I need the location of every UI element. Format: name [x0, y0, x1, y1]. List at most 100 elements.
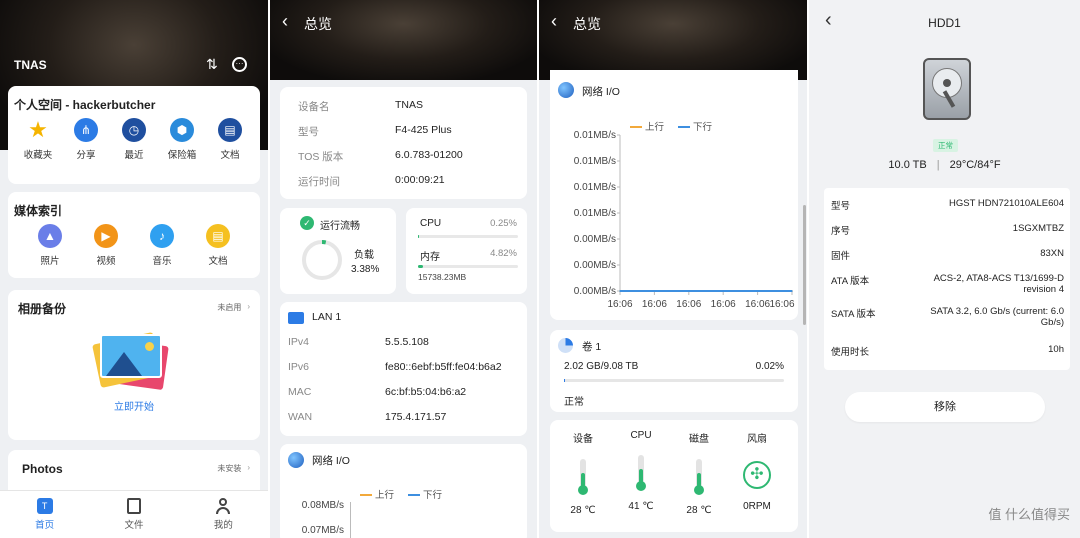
load-label: 负载: [354, 250, 374, 261]
info-key: 型号: [298, 126, 319, 138]
capacity: 10.0 TB: [888, 159, 927, 171]
sensor-label: 设备: [573, 434, 593, 445]
lan-title: LAN 1: [312, 311, 342, 323]
chat-icon[interactable]: ···: [232, 57, 247, 72]
x-tick-label: 16:06: [769, 299, 794, 310]
disk-info-row: 使用时长 10h: [831, 344, 1064, 358]
tab-home[interactable]: T 首页: [35, 498, 54, 531]
shortcut-3[interactable]: ⬢ 保险箱: [160, 118, 204, 161]
chevron-right-icon: ›: [247, 463, 250, 472]
y-tick-label: 0.00MB/s: [574, 286, 616, 297]
sensor-column: 设备 28 ℃: [558, 430, 608, 516]
y-tick-label: 0.01MB/s: [574, 156, 616, 167]
sensor-column: 风扇 ✣ 0RPM: [732, 430, 782, 512]
start-now-link[interactable]: 立即开始: [8, 398, 260, 413]
disk-info-key: 使用时长: [831, 347, 870, 358]
info-row: 运行时间 0:00:09:21: [298, 174, 528, 189]
info-value: F4-425 Plus: [395, 124, 452, 136]
tab-files[interactable]: 文件: [124, 498, 144, 531]
sensor-value: 41 ℃: [628, 501, 654, 512]
sort-icon[interactable]: ⇅: [206, 56, 218, 73]
sensor-column: 磁盘 28 ℃: [674, 430, 724, 516]
disk-info-row: 序号 1SGXMTBZ: [831, 223, 1064, 237]
back-arrow-icon[interactable]: ‹: [551, 11, 557, 32]
page-title: 总览: [304, 16, 332, 32]
shortcut-label: 保险箱: [167, 150, 197, 161]
status-badge: 正常: [933, 139, 958, 152]
cpu-value: 0.25%: [490, 218, 517, 229]
thermometer-icon: [694, 459, 704, 495]
disk-info-row: 固件 83XN: [831, 248, 1064, 262]
home-screen: TNAS ⇅ ··· 个人空间 - hackerbutcher ★ 收藏夹 ⋔ 分享 ◷…: [0, 0, 268, 538]
lan-row: MAC 6c:bf:b5:04:b6:a2: [288, 386, 518, 398]
y-tick-label: 0.01MB/s: [574, 208, 616, 219]
personal-shortcuts: ★ 收藏夹 ⋔ 分享 ◷ 最近 ⬢ 保险箱 ▤ 文档: [14, 117, 254, 161]
lan-value: 175.4.171.57: [385, 411, 447, 423]
backup-status[interactable]: 未启用 ›: [217, 302, 250, 313]
shortcut-1[interactable]: ⋔ 分享: [64, 118, 108, 161]
volume-bar: [564, 379, 784, 382]
shortcut-label: 分享: [76, 150, 96, 161]
info-row: 设备名 TNAS: [298, 99, 528, 114]
file-icon: [126, 498, 141, 514]
info-value: 0:00:09:21: [395, 174, 445, 186]
thermometer-icon: [578, 459, 588, 495]
disk-info-key: 序号: [831, 226, 851, 237]
x-tick-label: 16:06: [711, 299, 736, 310]
disk-info-card: 型号 HGST HDN721010ALE604 序号 1SGXMTBZ 固件 83XN AT…: [824, 188, 1070, 370]
scrollbar[interactable]: [803, 205, 806, 325]
shortcut-4[interactable]: ▤ 文档: [208, 118, 252, 161]
legend-down: 下行: [408, 487, 442, 501]
sensor-label: CPU: [630, 430, 652, 441]
x-tick-label: 16:06: [607, 299, 632, 310]
sensor-label: 磁盘: [689, 434, 709, 445]
disk-info-key: 固件: [831, 251, 851, 262]
shortcut-2[interactable]: ◷ 最近: [112, 118, 156, 161]
media-index-title: 媒体索引: [14, 204, 63, 218]
globe-icon: [558, 82, 574, 98]
document-icon: ▤: [218, 118, 242, 142]
shortcut-2[interactable]: ♪ 音乐: [140, 224, 184, 267]
disk-info-row: SATA 版本 SATA 3.2, 6.0 Gb/s (current: 6.0 …: [831, 306, 1064, 328]
remove-button[interactable]: 移除: [845, 392, 1045, 422]
memory-label: 内存: [420, 252, 440, 263]
personal-space-title: 个人空间 - hackerbutcher: [14, 98, 156, 112]
photos-status: 未安装 ›: [217, 463, 250, 474]
sensor-value: 0RPM: [743, 501, 771, 512]
lan-key: WAN: [288, 411, 313, 423]
shortcut-0[interactable]: ▲ 照片: [28, 224, 72, 267]
shortcut-0[interactable]: ★ 收藏夹: [16, 117, 60, 161]
personal-space-card: 个人空间 - hackerbutcher ★ 收藏夹 ⋔ 分享 ◷ 最近 ⬢ 保险箱 ▤ 文档: [8, 86, 260, 184]
disk-info-value: SATA 3.2, 6.0 Gb/s (current: 6.0 Gb/s): [930, 306, 1064, 328]
shortcut-1[interactable]: ▶ 视频: [84, 224, 128, 267]
cube-icon: ⬢: [170, 118, 194, 142]
disk-info-key: SATA 版本: [831, 309, 876, 320]
chart-axis: [350, 502, 351, 538]
tab-mine[interactable]: 我的: [214, 498, 233, 531]
lan-row: IPv6 fe80::6ebf:b5ff:fe04:b6a2: [288, 361, 518, 373]
photos-status-text: 未安装: [217, 464, 242, 473]
user-icon: [215, 498, 231, 514]
tab-home-label: 首页: [35, 520, 55, 531]
disk-info-key: 型号: [831, 201, 851, 212]
album-backup-title: 相册备份: [18, 302, 67, 316]
data-point: [756, 290, 759, 292]
page-title: HDD1: [928, 16, 961, 30]
y-tick-label: 0.08MB/s: [301, 500, 344, 511]
load-value: 3.38%: [351, 264, 380, 275]
thermometer-bulb: [578, 485, 588, 495]
data-point: [722, 290, 724, 292]
y-tick-label: 0.01MB/s: [574, 182, 616, 193]
disk-info-value: HGST HDN721010ALE604: [949, 198, 1064, 209]
media-index-card: 媒体索引 ▲ 照片 ▶ 视频 ♪ 音乐 ▤ 文档: [8, 192, 260, 278]
temperature: 29°C/84°F: [949, 159, 1001, 171]
clock-icon: ◷: [122, 118, 146, 142]
document-icon: ▤: [206, 224, 230, 248]
shortcut-3[interactable]: ▤ 文档: [196, 224, 240, 267]
thermometer-bulb: [694, 485, 704, 495]
home-icon: T: [36, 498, 53, 514]
back-arrow-icon[interactable]: ‹: [282, 11, 288, 32]
photos-title: Photos: [22, 462, 63, 476]
memory-detail: 15738.23MB: [418, 272, 467, 282]
info-row: 型号 F4-425 Plus: [298, 124, 528, 139]
